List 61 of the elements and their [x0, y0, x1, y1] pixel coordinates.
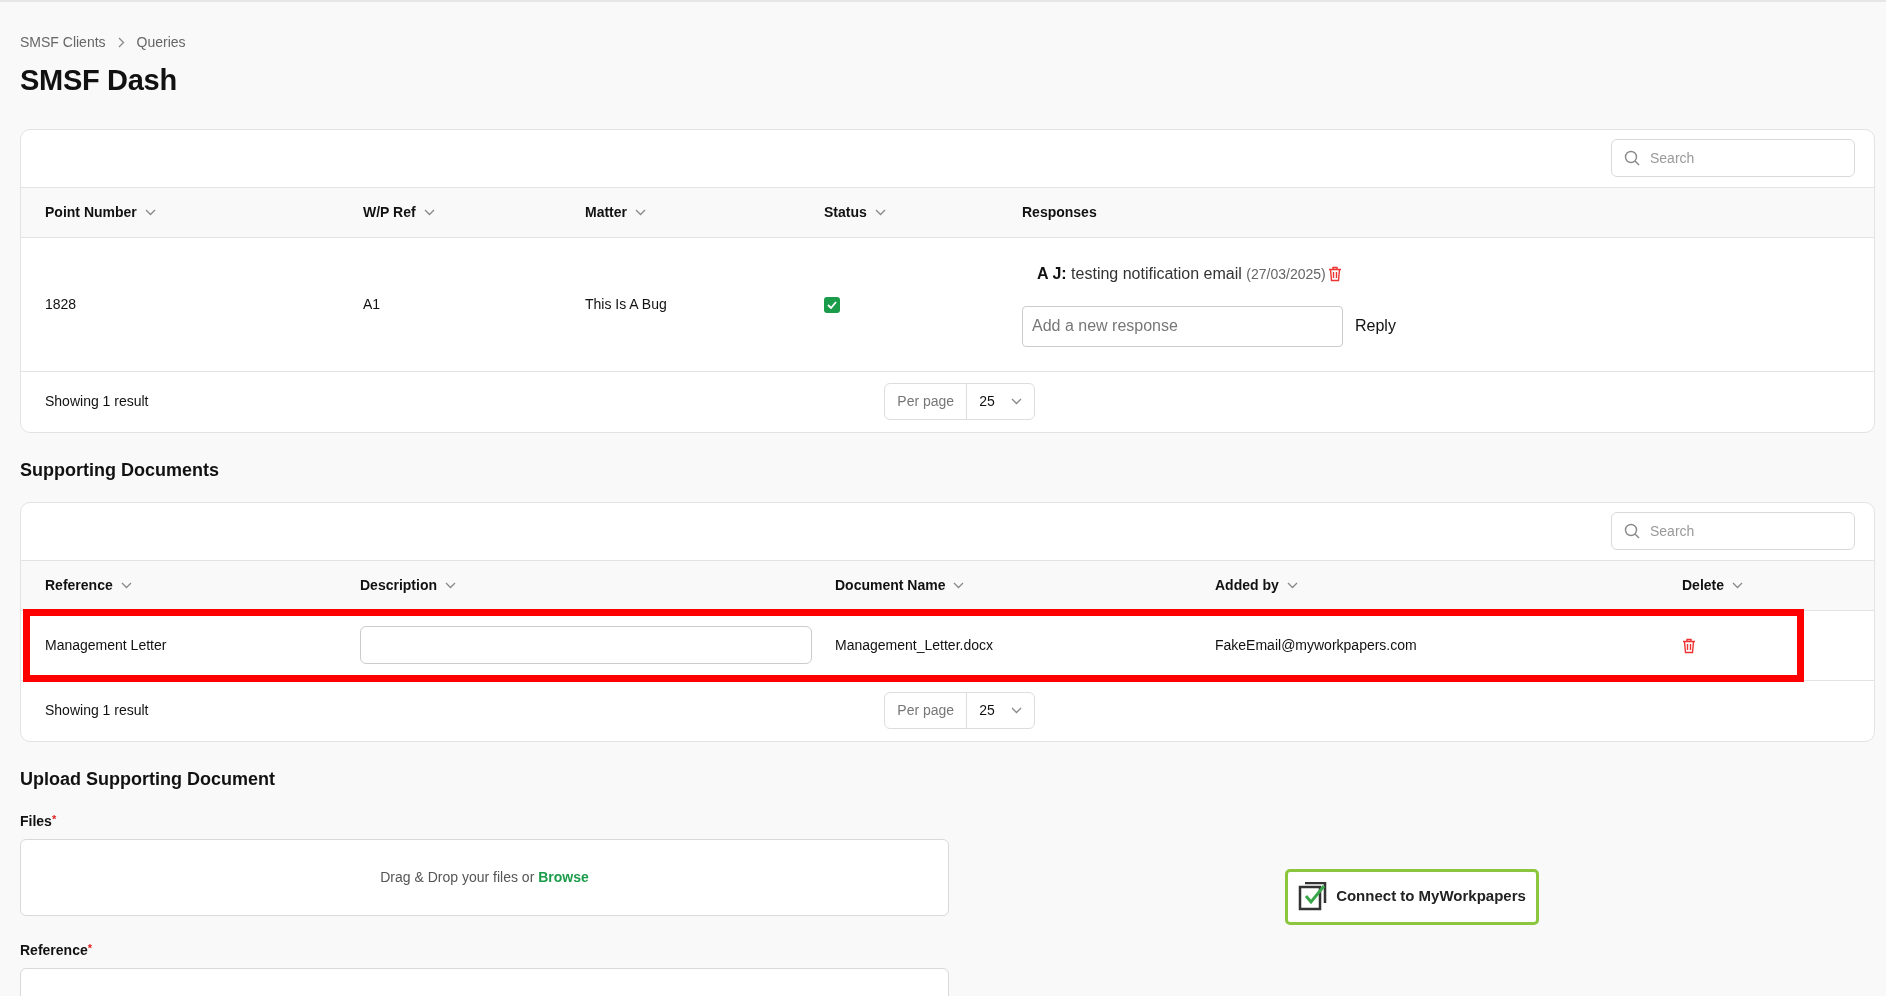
table-cell-text: 1828	[45, 294, 78, 314]
column-header[interactable]: Document Name	[835, 574, 946, 596]
response-text: A J: testing notification email (27/03/2025)	[1037, 263, 1326, 284]
description-input[interactable]	[360, 626, 812, 664]
table-cell-text: Management_Letter.docx	[835, 635, 994, 655]
column-header[interactable]: Matter	[585, 201, 627, 223]
field-label: Files*	[20, 811, 58, 831]
checklist-icon	[1298, 881, 1329, 912]
column-header[interactable]: Status	[824, 201, 867, 223]
chevron-down-icon	[1286, 581, 1298, 589]
check-icon	[827, 300, 837, 309]
dropzone-text: Drag & Drop your files or Browse	[380, 867, 589, 887]
column-header[interactable]: Point Number	[45, 201, 137, 223]
status-checkbox[interactable]	[824, 296, 840, 313]
chevron-down-icon	[1732, 581, 1744, 589]
section-heading: Supporting Documents	[20, 458, 220, 482]
table-cell-text: A1	[363, 294, 382, 314]
browse-link[interactable]: Browse	[538, 868, 589, 885]
result-count: Showing 1 result	[45, 701, 150, 720]
search-field[interactable]: Search	[1611, 139, 1855, 177]
breadcrumb-link[interactable]: Queries	[136, 32, 186, 53]
field-label: Reference*	[20, 940, 93, 960]
breadcrumb-link[interactable]: SMSF Clients	[20, 32, 106, 53]
table-cell-text: Management Letter	[45, 635, 168, 655]
column-header: Responses	[1022, 202, 1097, 222]
trash-icon	[1327, 265, 1342, 282]
chevron-down-icon	[635, 208, 646, 216]
per-page-label: Per page	[885, 693, 968, 728]
page-title: SMSF Dash	[20, 63, 178, 98]
chevron-down-icon	[1010, 398, 1022, 405]
per-page-value: 25	[979, 392, 995, 411]
chevron-down-icon	[144, 208, 156, 216]
per-page-value: 25	[979, 701, 995, 720]
reply-button[interactable]: Reply	[1343, 314, 1396, 338]
table-cell-text: FakeEmail@myworkpapers.com	[1215, 635, 1418, 655]
response-input[interactable]: Add a new response	[1022, 305, 1343, 347]
column-header[interactable]: W/P Ref	[363, 201, 416, 223]
per-page-select[interactable]: 25	[967, 391, 1034, 412]
section-heading: Upload Supporting Document	[20, 767, 276, 791]
column-header[interactable]: Delete	[1682, 574, 1725, 596]
chevron-down-icon	[1010, 707, 1022, 714]
result-count: Showing 1 result	[45, 392, 150, 411]
chevron-down-icon	[423, 208, 435, 216]
per-page-select[interactable]: 25	[967, 700, 1034, 721]
column-header[interactable]: Reference	[45, 574, 113, 596]
column-header[interactable]: Added by	[1215, 574, 1279, 596]
chevron-right-icon	[117, 37, 125, 48]
chevron-down-icon	[874, 208, 886, 216]
reference-input[interactable]	[20, 967, 949, 996]
chevron-down-icon	[953, 581, 965, 589]
file-dropzone[interactable]: Drag & Drop your files or Browse	[20, 838, 949, 916]
chevron-down-icon	[445, 581, 456, 589]
per-page-label: Per page	[885, 384, 968, 419]
delete-button[interactable]	[1682, 637, 1696, 654]
chevron-down-icon	[120, 581, 132, 589]
search-field[interactable]: Search	[1611, 512, 1855, 550]
column-header[interactable]: Description	[360, 574, 437, 596]
table-cell-text: This Is A Bug	[585, 294, 668, 314]
delete-button[interactable]	[1327, 265, 1342, 282]
trash-icon	[1682, 637, 1696, 654]
connect-button[interactable]: Connect to MyWorkpapers	[1285, 868, 1539, 925]
